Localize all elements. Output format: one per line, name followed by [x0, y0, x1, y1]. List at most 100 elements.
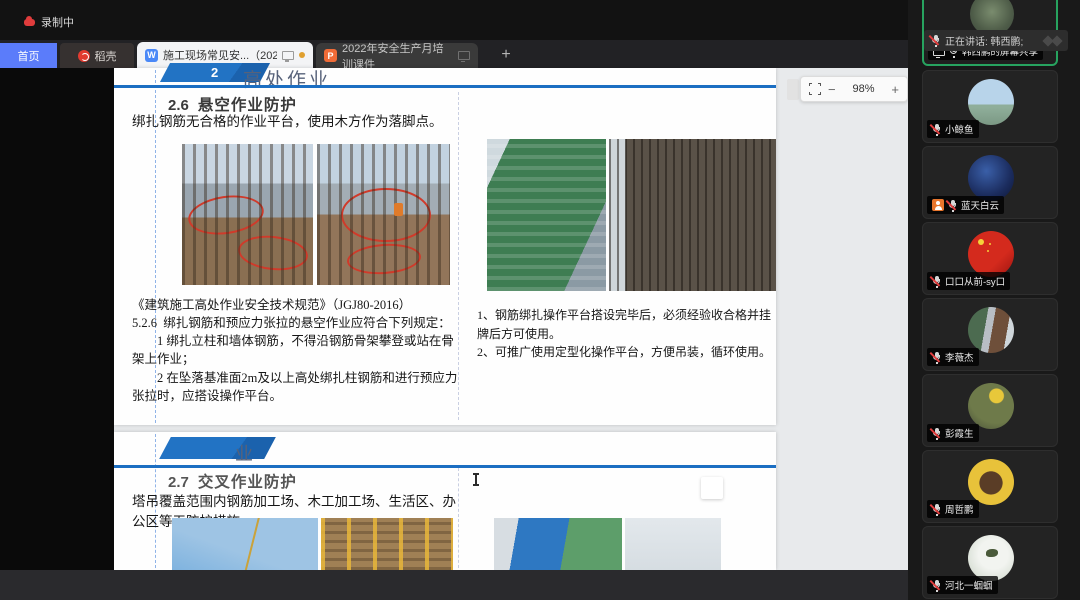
participant-tile[interactable]: 小鲸鱼: [922, 70, 1058, 143]
tab-home-label: 首页: [18, 48, 40, 64]
avatar: [968, 535, 1014, 581]
photo-rebar-worker-right: [317, 144, 450, 285]
photo-pale-sky: [625, 518, 721, 570]
mic-muted-icon: [948, 200, 957, 211]
participant-name: 口口从前-sy口: [945, 274, 1005, 288]
wps-writer-icon: W: [145, 49, 158, 62]
participant-name: 李薇杰: [945, 350, 974, 364]
photo-rebar-workers-left: [182, 144, 313, 285]
document-page-2: 业 2.7 交叉作业防护 塔吊覆盖范围内钢筋加工场、木工加工场、生活区、办公区等…: [114, 432, 776, 570]
participant-name: 小鲸鱼: [945, 122, 974, 136]
avatar: [968, 459, 1014, 505]
participant-name-chip: 彭霞生: [927, 424, 979, 442]
participant-name: 河北一蝈蝈: [945, 578, 993, 592]
speaking-banner: 正在讲话: 韩西鹏;: [924, 30, 1068, 51]
zoom-out-button[interactable]: −: [828, 83, 836, 96]
mic-muted-icon: [932, 352, 941, 363]
avatar: [968, 231, 1014, 277]
fit-selection-icon[interactable]: [809, 83, 821, 95]
chapter-number: 2: [211, 65, 218, 80]
desktop-top-bar: 录制中: [0, 0, 908, 40]
regulation-line: 1 绑扎立柱和墙体钢筋，不得沿钢筋骨架攀登或站在骨架上作业；: [132, 332, 464, 368]
photo-container-building: [494, 518, 622, 570]
tab-share-monitor-icon: [458, 51, 470, 60]
recording-icon: [24, 19, 35, 26]
zoom-in-button[interactable]: +: [891, 83, 899, 96]
participant-tile[interactable]: 蓝天白云: [922, 146, 1058, 219]
regulation-block: 《建筑施工高处作业安全技术规范》（JGJ80-2016） 5.2.6 绑扎钢筋和…: [132, 296, 464, 405]
note-line: 1、钢筋绑扎操作平台搭设完毕后，必须经验收合格并挂牌后方可使用。: [477, 306, 775, 343]
participant-name: 周哲鹏: [945, 502, 974, 516]
annotation-ellipse: [186, 191, 267, 239]
photo-rebar-cage: [609, 139, 776, 291]
participant-tile[interactable]: 李薇杰: [922, 298, 1058, 371]
avatar: [968, 79, 1014, 125]
regulation-line: 2 在坠落基准面2m及以上高处绑扎柱钢筋和进行预应力张拉时，应搭设操作平台。: [132, 369, 464, 405]
annotation-ellipse: [341, 188, 431, 242]
unsaved-dot-icon: [299, 52, 305, 58]
participant-tile[interactable]: 彭霞生: [922, 374, 1058, 447]
participant-name-chip: 李薇杰: [927, 348, 979, 366]
tab-presentation-label: 2022年安全生产月培训课件: [342, 40, 453, 72]
participant-name-chip: 周哲鹏: [927, 500, 979, 518]
avatar: [968, 383, 1014, 429]
zoom-level[interactable]: 98%: [843, 83, 885, 95]
tab-docer[interactable]: 稻壳: [60, 43, 134, 68]
section-intro: 绑扎钢筋无合格的作业平台，使用木方作为落脚点。: [132, 112, 452, 132]
wps-presentation-icon: P: [324, 49, 337, 62]
participant-name: 蓝天白云: [961, 198, 999, 212]
mic-muted-icon: [932, 504, 941, 515]
participant-tile[interactable]: 周哲鹏: [922, 450, 1058, 523]
speaking-banner-text: 正在讲话: 韩西鹏;: [945, 33, 1039, 48]
desktop-background: [0, 68, 114, 570]
recording-label: 录制中: [41, 14, 74, 30]
wps-tab-bar: 首页 稻壳 W 施工现场常见安...（2022版） P 2022年安全生产月培训…: [0, 40, 908, 68]
annotation-ellipse: [346, 241, 422, 276]
notes-block: 1、钢筋绑扎操作平台搭设完毕后，必须经验收合格并挂牌后方可使用。 2、可推广使用…: [477, 306, 775, 362]
participant-tile[interactable]: 口口从前-sy口: [922, 222, 1058, 295]
section-title: 交叉作业防护: [198, 470, 297, 492]
annotation-ellipse: [236, 232, 309, 273]
chapter-rule: [114, 85, 776, 88]
photo-sky-crane: [172, 518, 318, 570]
participant-tile[interactable]: 河北一蝈蝈: [922, 526, 1058, 599]
chapter-rule: [114, 465, 776, 468]
avatar: [968, 155, 1014, 201]
participant-name: 彭霞生: [945, 426, 974, 440]
new-tab-button[interactable]: +: [495, 44, 517, 66]
section-number: 2.7: [168, 474, 189, 491]
meeting-bottom-bar: 韩西鹏的屏幕共享: [0, 570, 908, 600]
document-page-1: 2 高处作业 2.6 悬空作业防护 绑扎钢筋无合格的作业平台，使用木方作为落脚点…: [114, 68, 776, 425]
docer-icon: [78, 50, 90, 62]
recording-indicator: 录制中: [24, 14, 74, 30]
photo-timber-yard: [321, 518, 453, 570]
host-badge-icon: [932, 199, 944, 211]
tab-share-monitor-icon: [282, 51, 294, 60]
tab-document-label: 施工现场常见安...（2022版）: [163, 47, 277, 63]
mic-muted-icon: [932, 124, 941, 135]
participant-name-chip: 河北一蝈蝈: [927, 576, 998, 594]
collapse-chevron-icon[interactable]: [1051, 35, 1062, 46]
photo-scaffold-building: [487, 139, 606, 291]
participant-name-chip: 蓝天白云: [927, 196, 1004, 214]
avatar: [968, 307, 1014, 353]
regulation-line: 5.2.6 绑扎钢筋和预应力张拉的悬空作业应符合下列规定：: [132, 314, 464, 332]
mic-muted-icon: [932, 428, 941, 439]
zoom-toolbar: − 98% +: [800, 76, 908, 102]
tab-docer-label: 稻壳: [95, 48, 117, 64]
text-cursor: [475, 473, 477, 486]
participant-name-chip: 口口从前-sy口: [927, 272, 1010, 290]
tab-presentation[interactable]: P 2022年安全生产月培训课件: [316, 43, 478, 68]
mic-muted-icon: [932, 580, 941, 591]
meeting-window: 录制中 首页 稻壳 W 施工现场常见安...（2022版） P 2022年安全生…: [0, 0, 1080, 600]
mic-muted-icon: [931, 35, 940, 46]
floating-box: [701, 477, 723, 499]
section-heading: 2.7 交叉作业防护: [168, 470, 297, 492]
chapter-banner: [159, 437, 276, 459]
tab-home[interactable]: 首页: [0, 43, 57, 68]
participant-name-chip: 小鲸鱼: [927, 120, 979, 138]
chapter-title-partial: 业: [235, 440, 256, 466]
zoom-toolbar-handle[interactable]: [787, 79, 799, 100]
mic-muted-icon: [932, 276, 941, 287]
note-line: 2、可推广使用定型化操作平台，方便吊装，循环使用。: [477, 343, 775, 362]
